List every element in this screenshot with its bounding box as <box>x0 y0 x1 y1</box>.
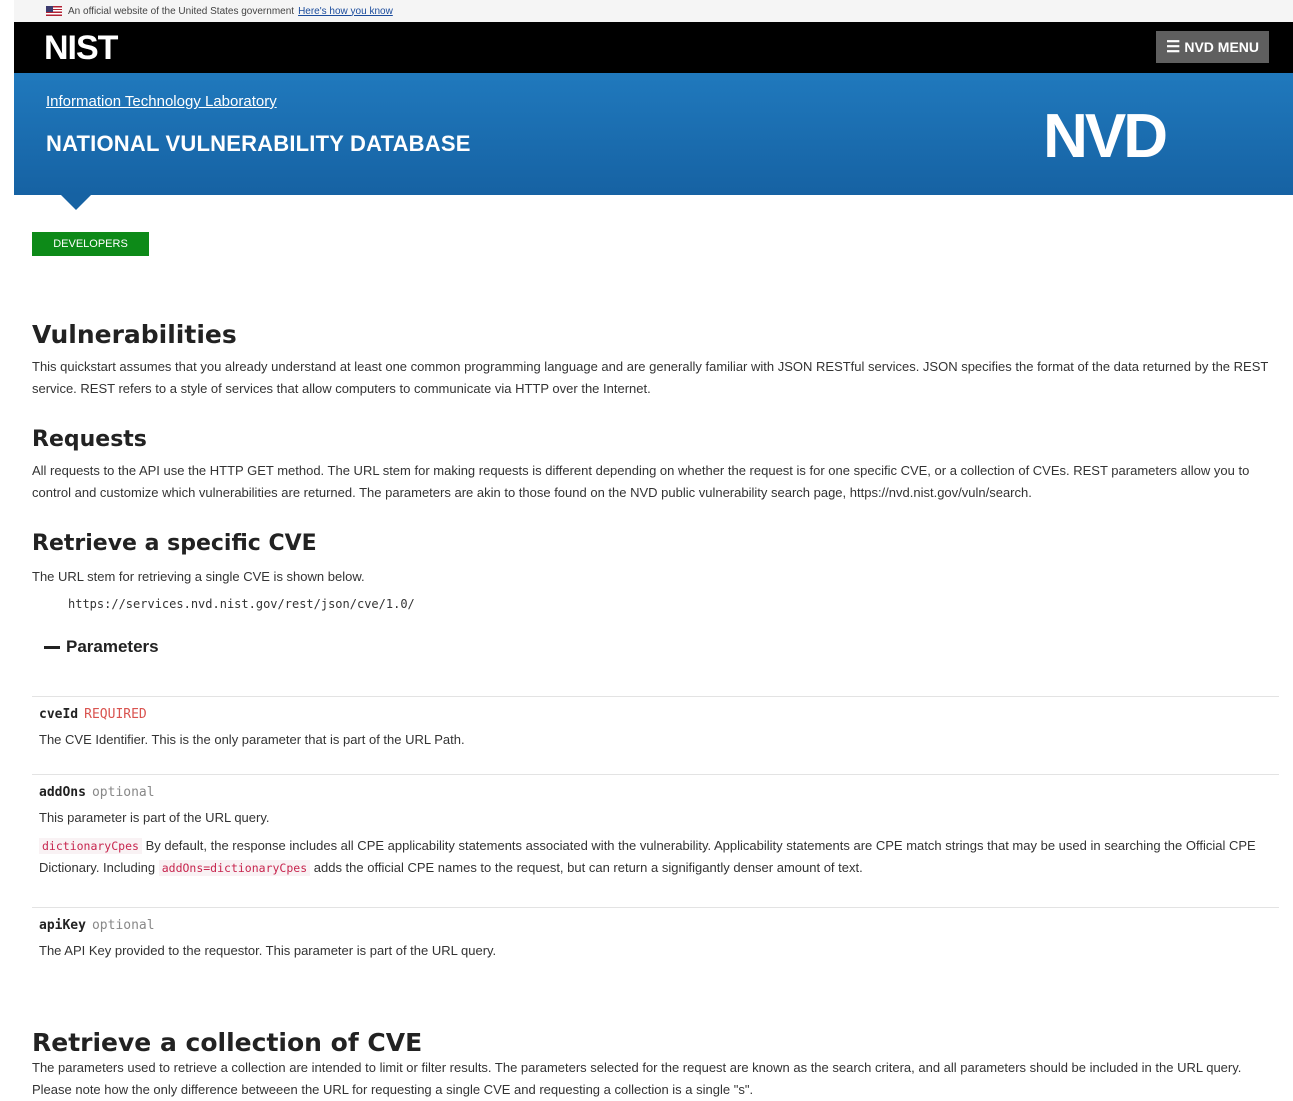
header-pointer <box>60 194 92 210</box>
nvd-logo[interactable]: NVD <box>1043 101 1168 172</box>
heading-retrieve-collection: Retrieve a collection of CVE <box>32 1028 423 1057</box>
gov-banner-text: An official website of the United States… <box>68 5 295 17</box>
param-required-flag: REQUIRED <box>84 707 147 722</box>
page: An official website of the United States… <box>14 0 1293 1101</box>
site-title: NATIONAL VULNERABILITY DATABASE <box>46 131 471 156</box>
param-optional-flag: optional <box>91 918 155 933</box>
param-name: cveId <box>39 707 79 722</box>
code-addons-dictionarycpes: addOns=dictionaryCpes <box>158 860 311 876</box>
collection-text: The parameters used to retrieve a collec… <box>32 1060 1242 1097</box>
param-name: addOns <box>39 785 86 800</box>
requests-text: All requests to the API use the HTTP GET… <box>32 463 1250 500</box>
minus-icon <box>44 645 60 649</box>
developers-badge[interactable]: DEVELOPERS <box>32 232 149 256</box>
heading-vulnerabilities: Vulnerabilities <box>32 320 237 349</box>
param-name: apiKey <box>39 918 86 933</box>
param-desc: This parameter is part of the URL query. <box>39 810 270 825</box>
param-apikey: apiKey optional The API Key provided to t… <box>32 907 1279 978</box>
specific-text: The URL stem for retrieving a single CVE… <box>32 569 365 584</box>
url-stem-single: https://services.nvd.nist.gov/rest/json/… <box>68 597 415 611</box>
itl-link[interactable]: Information Technology Laboratory <box>46 93 277 110</box>
heading-retrieve-specific: Retrieve a specific CVE <box>32 531 317 556</box>
nist-logo[interactable]: NIST <box>44 29 118 68</box>
nvd-menu-button[interactable]: ☰ NVD MENU <box>1155 31 1269 63</box>
code-dictionarycpes: dictionaryCpes <box>39 838 142 854</box>
us-flag-icon <box>46 6 62 16</box>
heading-requests: Requests <box>32 427 147 452</box>
param-addons: addOns optional This parameter is part of… <box>32 774 1279 905</box>
nvd-menu-label: NVD MENU <box>1184 39 1259 55</box>
param-desc: The CVE Identifier. This is the only par… <box>39 732 465 747</box>
param-desc: The API Key provided to the requestor. T… <box>39 943 497 958</box>
addons-detail-text-2: adds the official CPE names to the reque… <box>313 860 863 875</box>
parameters-label: Parameters <box>66 637 159 656</box>
param-optional-flag: optional <box>91 785 155 800</box>
header-banner: Information Technology Laboratory NATION… <box>14 73 1293 195</box>
addons-detail: dictionaryCpes By default, the response … <box>39 835 1279 879</box>
hamburger-icon: ☰ <box>1165 39 1181 56</box>
param-cveid: cveId REQUIRED The CVE Identifier. This i… <box>32 696 1279 773</box>
gov-banner: An official website of the United States… <box>14 0 1293 22</box>
parameters-toggle[interactable]: Parameters <box>44 637 159 657</box>
heres-how-you-know-link[interactable]: Here's how you know <box>298 6 393 17</box>
top-bar: NIST ☰ NVD MENU <box>14 22 1293 73</box>
vulnerabilities-text: This quickstart assumes that you already… <box>32 359 1269 396</box>
